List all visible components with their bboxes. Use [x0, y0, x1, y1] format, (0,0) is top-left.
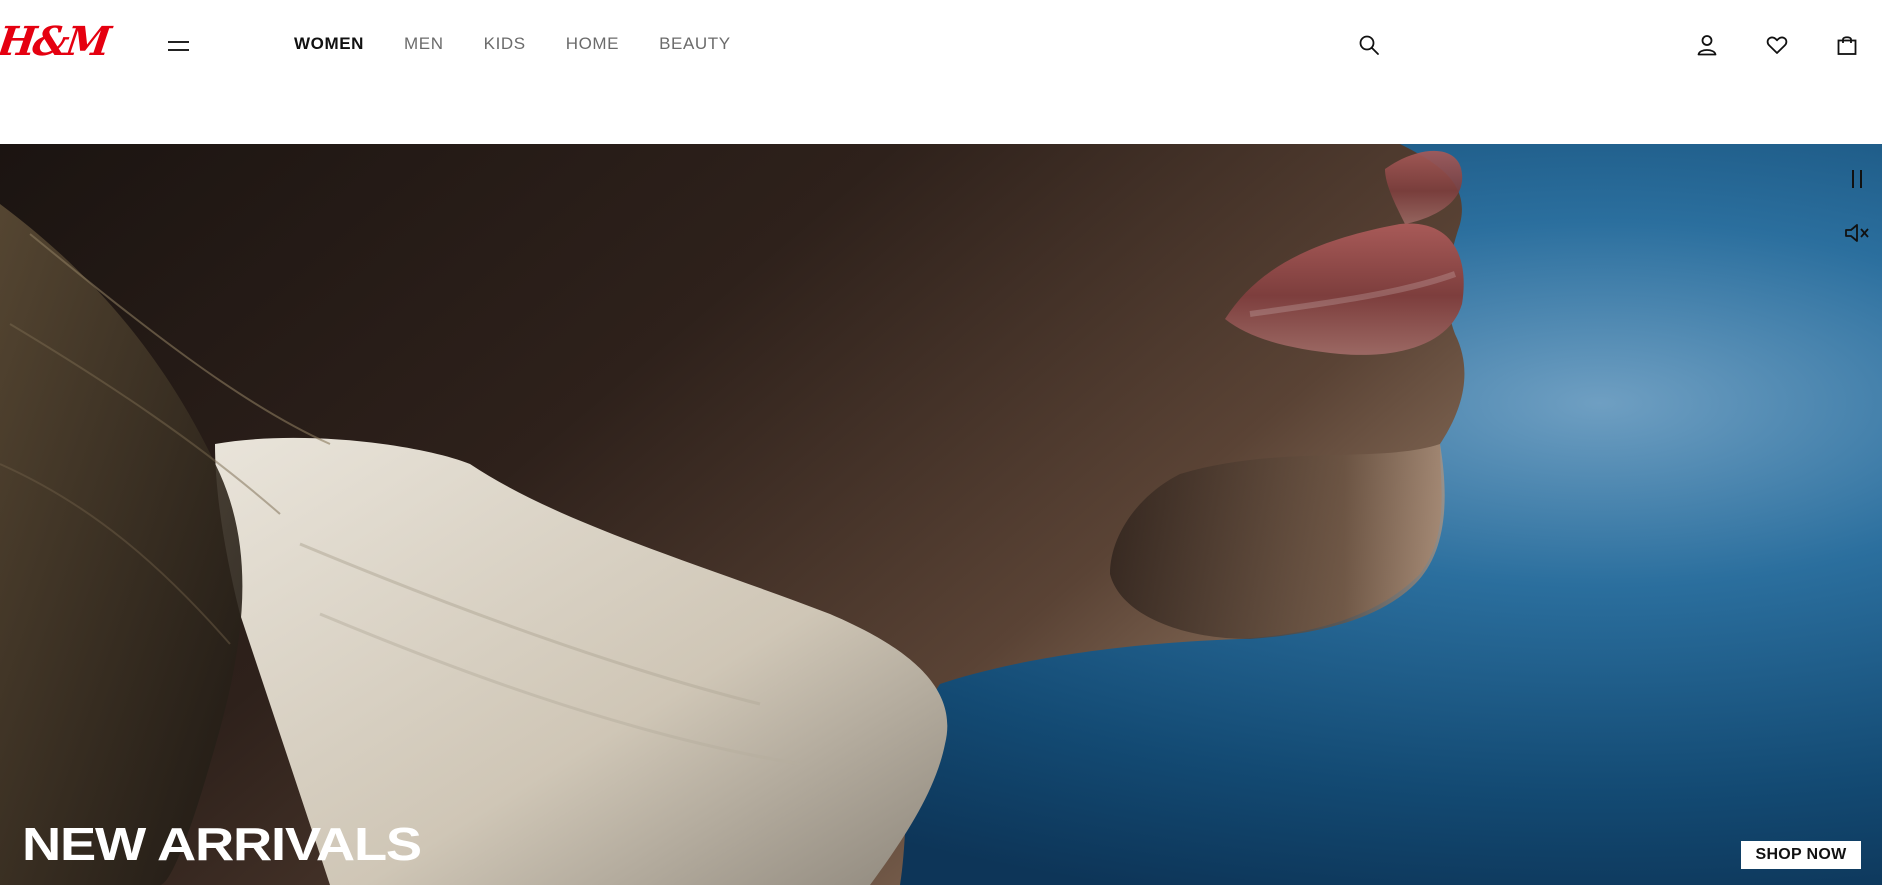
hamburger-line: [168, 49, 189, 51]
shopping-bag-button[interactable]: [1832, 30, 1862, 60]
hero-title: NEW ARRIVALS: [22, 818, 422, 870]
nav-item-men[interactable]: MEN: [404, 32, 444, 56]
pause-button[interactable]: [1842, 164, 1872, 194]
nav-item-women[interactable]: WOMEN: [294, 32, 364, 56]
nav-item-beauty[interactable]: BEAUTY: [659, 32, 731, 56]
main-nav: WOMEN MEN KIDS HOME BEAUTY: [294, 32, 771, 56]
hamburger-line: [168, 41, 189, 43]
muted-speaker-icon: [1845, 224, 1869, 242]
user-icon: [1697, 35, 1717, 56]
nav-item-home[interactable]: HOME: [566, 32, 619, 56]
favourites-button[interactable]: [1762, 30, 1792, 60]
search-icon: [1359, 35, 1379, 55]
hero-image: [0, 144, 1882, 885]
nav-item-kids[interactable]: KIDS: [484, 32, 526, 56]
search-button[interactable]: [1354, 30, 1384, 60]
hero-banner[interactable]: NEW ARRIVALS SHOP NOW: [0, 144, 1882, 885]
hm-logo[interactable]: H&M: [0, 18, 111, 65]
pause-icon: [1852, 170, 1862, 188]
account-button[interactable]: [1692, 30, 1722, 60]
heart-icon: [1766, 36, 1788, 54]
mute-button[interactable]: [1842, 218, 1872, 248]
shopping-bag-icon: [1837, 36, 1857, 55]
shop-now-button[interactable]: SHOP NOW: [1741, 841, 1861, 869]
site-header: H&M WOMEN MEN KIDS HOME BEAUTY: [0, 0, 1882, 144]
menu-button[interactable]: [166, 34, 192, 58]
